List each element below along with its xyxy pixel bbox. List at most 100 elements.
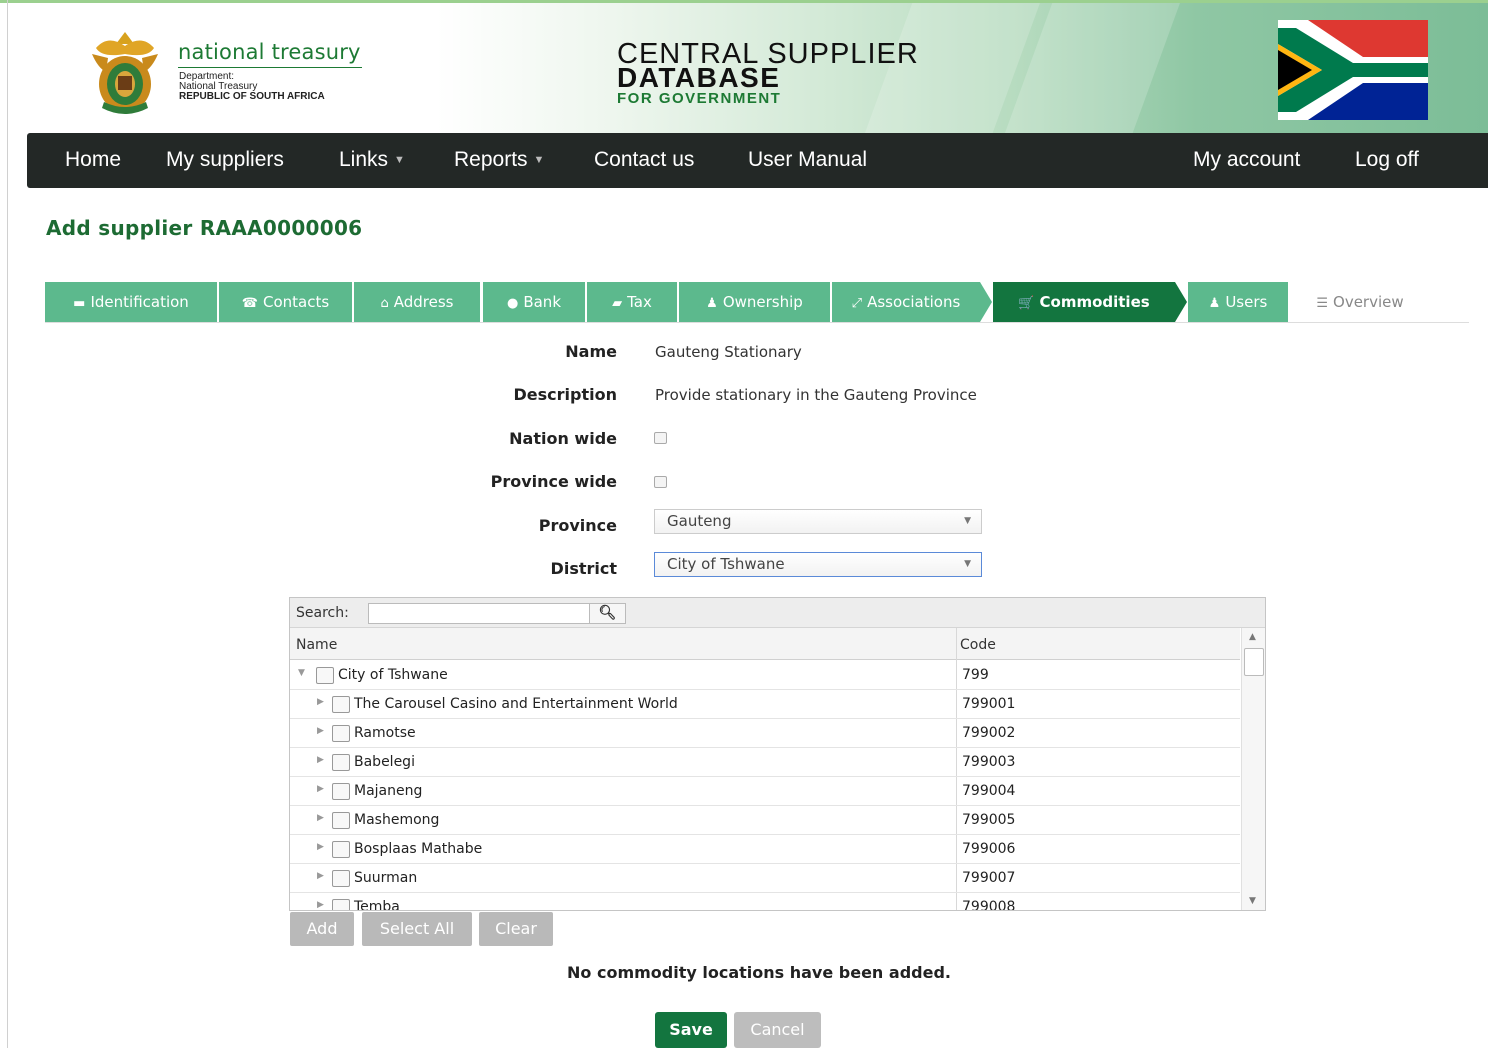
dropdown-arrow-icon: ▼ [964, 559, 971, 569]
tree-row[interactable]: ▶ The Carousel Casino and Entertainment … [290, 690, 1240, 719]
briefcase-icon: ▬ [73, 296, 86, 311]
row-code: 799006 [962, 841, 1016, 857]
home-icon: ⌂ [380, 296, 389, 311]
nav-my-account[interactable]: My account [1193, 148, 1300, 172]
collapsed-triangle-icon[interactable]: ▶ [317, 900, 324, 910]
collapsed-triangle-icon[interactable]: ▶ [317, 871, 324, 881]
nation-wide-label: Nation wide [509, 429, 617, 448]
tree-row[interactable]: ▶ Mashemong 799005 [290, 806, 1240, 835]
row-name: Bosplaas Mathabe [354, 841, 483, 857]
caret-down-icon: ▼ [394, 154, 405, 167]
tab-label: Contacts [263, 293, 330, 311]
search-icon[interactable]: 🔍︎ [589, 603, 626, 624]
list-icon: ☰ [1316, 296, 1329, 311]
collapsed-triangle-icon[interactable]: ▶ [317, 813, 324, 823]
province-wide-label: Province wide [490, 472, 617, 491]
row-name: Ramotse [354, 725, 416, 741]
left-border-line [7, 0, 8, 1048]
tab-label: Address [393, 293, 454, 311]
tab-commodities[interactable]: 🛒 Commodities [993, 282, 1175, 322]
user-icon: ♟ [706, 296, 718, 311]
name-label: Name [565, 342, 617, 361]
collapsed-triangle-icon[interactable]: ▶ [317, 726, 324, 736]
row-checkbox[interactable] [332, 841, 350, 858]
scroll-down-icon[interactable]: ▼ [1249, 896, 1256, 906]
tab-identification[interactable]: ▬ Identification [45, 282, 217, 322]
row-checkbox[interactable] [332, 754, 350, 771]
row-checkbox[interactable] [332, 783, 350, 800]
select-all-button[interactable]: Select All [362, 912, 472, 946]
user-icon: ♟ [1208, 296, 1221, 311]
tree-row[interactable]: ▼ City of Tshwane 799 [290, 661, 1240, 690]
column-header-code[interactable]: Code [960, 637, 996, 653]
cancel-button[interactable]: Cancel [734, 1012, 821, 1048]
row-checkbox[interactable] [332, 812, 350, 829]
nav-links[interactable]: Links ▼ [339, 148, 405, 172]
row-checkbox[interactable] [316, 667, 334, 684]
tab-tax[interactable]: ▰ Tax [587, 282, 677, 322]
row-code: 799003 [962, 754, 1016, 770]
row-code: 799008 [962, 899, 1016, 911]
page-title: Add supplier RAAA0000006 [46, 216, 363, 240]
tab-ownership[interactable]: ♟ Ownership [679, 282, 830, 322]
row-checkbox[interactable] [332, 899, 350, 910]
tab-label: Overview [1333, 293, 1404, 311]
nav-my-suppliers[interactable]: My suppliers [166, 148, 284, 172]
province-selected-value: Gauteng [667, 512, 732, 530]
row-code: 799007 [962, 870, 1016, 886]
nav-contact-us[interactable]: Contact us [594, 148, 694, 172]
tab-bank[interactable]: ● Bank [483, 282, 585, 322]
scroll-up-icon[interactable]: ▲ [1249, 632, 1256, 642]
collapsed-triangle-icon[interactable]: ▶ [317, 784, 324, 794]
scrollbar-thumb[interactable] [1244, 648, 1264, 676]
province-wide-checkbox[interactable] [654, 476, 667, 488]
save-button[interactable]: Save [655, 1012, 727, 1048]
add-button[interactable]: Add [290, 912, 354, 946]
description-label: Description [513, 385, 617, 404]
row-name: Babelegi [354, 754, 415, 770]
main-navbar: Home My suppliers Links ▼ Reports ▼ Contac… [27, 133, 1488, 188]
column-header-name[interactable]: Name [296, 637, 337, 653]
tree-row[interactable]: ▶ Babelegi 799003 [290, 748, 1240, 777]
dropdown-arrow-icon: ▼ [964, 516, 971, 526]
district-selected-value: City of Tshwane [667, 555, 785, 573]
tab-label: Users [1225, 293, 1268, 311]
link-icon: ⤢ [851, 296, 863, 311]
row-code: 799001 [962, 696, 1016, 712]
collapsed-triangle-icon[interactable]: ▶ [317, 842, 324, 852]
tab-users[interactable]: ♟ Users [1188, 282, 1288, 322]
row-checkbox[interactable] [332, 725, 350, 742]
tree-row[interactable]: ▶ Bosplaas Mathabe 799006 [290, 835, 1240, 864]
nav-log-off[interactable]: Log off [1355, 148, 1419, 172]
tab-address[interactable]: ⌂ Address [354, 282, 480, 322]
tree-row[interactable]: ▶ Majaneng 799004 [290, 777, 1240, 806]
tree-row[interactable]: ▶ Temba 799008 [290, 893, 1240, 911]
province-select[interactable]: Gauteng ▼ [654, 509, 982, 534]
district-select[interactable]: City of Tshwane ▼ [654, 552, 982, 577]
tab-arrow [1175, 282, 1187, 322]
tab-overview[interactable]: ☰ Overview [1295, 282, 1425, 322]
collapsed-triangle-icon[interactable]: ▶ [317, 755, 324, 765]
dept-line: REPUBLIC OF SOUTH AFRICA [179, 91, 325, 102]
expanded-triangle-icon[interactable]: ▼ [298, 668, 305, 678]
tree-row[interactable]: ▶ Ramotse 799002 [290, 719, 1240, 748]
caret-down-icon: ▼ [533, 154, 545, 167]
collapsed-triangle-icon[interactable]: ▶ [317, 697, 324, 707]
tab-label: Identification [90, 293, 189, 311]
nav-home[interactable]: Home [65, 148, 121, 172]
tab-label: Tax [627, 293, 652, 311]
tree-row[interactable]: ▶ Suurman 799007 [290, 864, 1240, 893]
nav-user-manual[interactable]: User Manual [748, 148, 867, 172]
cart-icon: 🛒 [1018, 296, 1035, 311]
tab-contacts[interactable]: ☎ Contacts [219, 282, 352, 322]
clear-button[interactable]: Clear [479, 912, 553, 946]
nation-wide-checkbox[interactable] [654, 432, 667, 444]
site-title-line2: DATABASE [617, 62, 781, 93]
tab-label: Commodities [1039, 293, 1150, 311]
tree-scrollbar[interactable]: ▲ ▼ [1241, 628, 1265, 910]
tree-search-input[interactable] [368, 603, 590, 624]
nav-reports[interactable]: Reports ▼ [454, 148, 544, 172]
row-checkbox[interactable] [332, 696, 350, 713]
tab-associations[interactable]: ⤢ Associations [832, 282, 980, 322]
row-checkbox[interactable] [332, 870, 350, 887]
